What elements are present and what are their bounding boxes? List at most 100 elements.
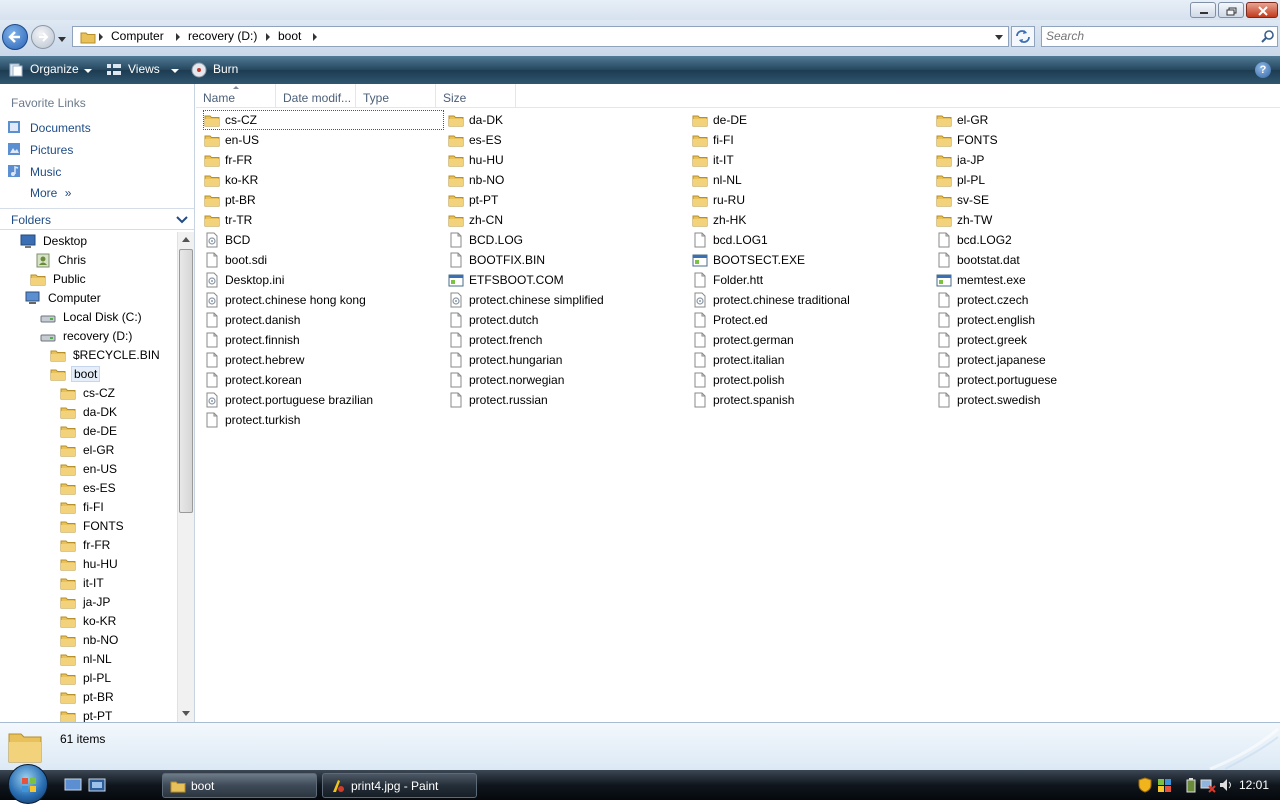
file-item-label: ja-JP	[957, 153, 985, 167]
scroll-up-arrow-icon[interactable]	[182, 237, 190, 242]
recent-pages-button[interactable]	[58, 33, 66, 42]
start-button[interactable]	[8, 764, 48, 804]
address-bar[interactable]: Computer recovery (D:) boot	[72, 26, 1009, 47]
tree-node-label: cs-CZ	[83, 386, 115, 400]
column-date-modified[interactable]: Date modif...	[276, 84, 356, 108]
file-icon	[938, 352, 950, 368]
search-box[interactable]	[1041, 26, 1278, 47]
user-folder-icon	[36, 253, 50, 268]
scroll-down-arrow-icon[interactable]	[182, 711, 190, 716]
tree-node-label: Desktop	[43, 234, 88, 248]
file-icon	[938, 232, 950, 248]
folder-icon	[692, 195, 708, 207]
folder-icon	[60, 445, 76, 457]
file-icon	[694, 272, 706, 288]
breadcrumb-separator[interactable]	[99, 33, 103, 41]
folder-icon	[448, 195, 464, 207]
column-type[interactable]: Type	[356, 84, 436, 108]
folder-icon	[50, 350, 66, 362]
security-shield-icon[interactable]	[1138, 777, 1152, 793]
file-item-label: en-US	[225, 133, 260, 147]
paint-icon	[333, 780, 344, 792]
address-dropdown-icon[interactable]	[995, 35, 1003, 40]
folders-header[interactable]: Folders	[0, 208, 194, 230]
breadcrumb-separator[interactable]	[313, 33, 317, 41]
more-link[interactable]: More »	[30, 186, 71, 200]
folder-icon	[60, 388, 76, 400]
close-button[interactable]	[1246, 2, 1278, 18]
file-item-label: protect.korean	[225, 373, 302, 387]
show-desktop-icon[interactable]	[64, 778, 82, 792]
folder-icon	[170, 781, 186, 793]
file-icon	[694, 352, 706, 368]
windows-update-icon[interactable]	[1156, 777, 1172, 793]
breadcrumb-computer[interactable]: Computer	[111, 29, 164, 43]
folder-icon	[936, 215, 952, 227]
folder-icon	[60, 407, 76, 419]
title-bar[interactable]	[0, 0, 1280, 20]
help-icon[interactable]: ?	[1255, 62, 1271, 78]
forward-button[interactable]	[31, 25, 55, 49]
organize-button[interactable]: Organize	[30, 62, 79, 76]
restore-button[interactable]	[1218, 2, 1244, 18]
taskbar-button-boot[interactable]: boot	[162, 773, 317, 798]
column-name[interactable]: Name	[196, 84, 276, 108]
taskbar-button-paint[interactable]: print4.jpg - Paint	[322, 773, 477, 798]
search-icon[interactable]	[1260, 29, 1276, 45]
breadcrumb-separator[interactable]	[176, 33, 180, 41]
file-item-label: tr-TR	[225, 213, 253, 227]
folder-icon	[60, 673, 76, 685]
file-item-label: Desktop.ini	[225, 273, 285, 287]
tree-node-label: de-DE	[83, 424, 118, 438]
file-icon	[206, 372, 218, 388]
tree-node-label: $RECYCLE.BIN	[73, 348, 160, 362]
file-item-label: protect.japanese	[957, 353, 1046, 367]
file-item-label: it-IT	[713, 153, 734, 167]
file-item-label: BCD.LOG	[469, 233, 524, 247]
breadcrumb-separator[interactable]	[266, 33, 270, 41]
arrow-right-icon	[39, 32, 49, 42]
refresh-button[interactable]	[1011, 26, 1035, 47]
desktop-icon	[20, 234, 36, 248]
file-item-label: sv-SE	[957, 193, 990, 207]
chevron-down-icon	[171, 69, 179, 73]
tree-node-label: Chris	[58, 253, 87, 267]
folder-icon	[60, 540, 76, 552]
file-item-label: boot.sdi	[225, 253, 268, 267]
search-input[interactable]	[1046, 29, 1246, 43]
folder-icon	[204, 195, 220, 207]
network-disconnected-icon[interactable]	[1200, 777, 1216, 793]
file-icon	[450, 352, 462, 368]
tree-node-label: ja-JP	[83, 595, 111, 609]
folder-icon	[936, 175, 952, 187]
minimize-button[interactable]	[1190, 2, 1216, 18]
file-item-label: hu-HU	[469, 153, 504, 167]
clock[interactable]: 12:01	[1239, 778, 1269, 792]
folder-icon	[204, 175, 220, 187]
file-item[interactable]: cs-CZ	[203, 110, 444, 130]
volume-icon[interactable]	[1218, 777, 1234, 793]
file-item-label: nl-NL	[713, 173, 742, 187]
column-size[interactable]: Size	[436, 84, 516, 108]
computer-icon	[25, 291, 40, 304]
file-item-label: protect.swedish	[957, 393, 1041, 407]
scrollbar-thumb[interactable]	[179, 249, 193, 513]
breadcrumb-recovery[interactable]: recovery (D:)	[188, 29, 257, 43]
battery-icon[interactable]	[1184, 777, 1198, 793]
file-item-label: protect.greek	[957, 333, 1028, 347]
breadcrumb-boot[interactable]: boot	[278, 29, 301, 43]
file-icon	[694, 372, 706, 388]
folder-icon	[30, 274, 46, 286]
file-icon	[938, 252, 950, 268]
switch-windows-icon[interactable]	[88, 778, 106, 792]
folder-icon	[692, 215, 708, 227]
back-button[interactable]	[2, 24, 28, 50]
views-button[interactable]: Views	[128, 62, 160, 76]
folder-tree-scrollbar[interactable]	[177, 232, 194, 722]
burn-button[interactable]: Burn	[213, 62, 238, 76]
file-item-label: protect.chinese simplified	[469, 293, 604, 307]
file-icon	[938, 392, 950, 408]
tree-node-label: hu-HU	[83, 557, 118, 571]
folder-icon	[936, 115, 952, 127]
drive-icon	[40, 334, 56, 342]
